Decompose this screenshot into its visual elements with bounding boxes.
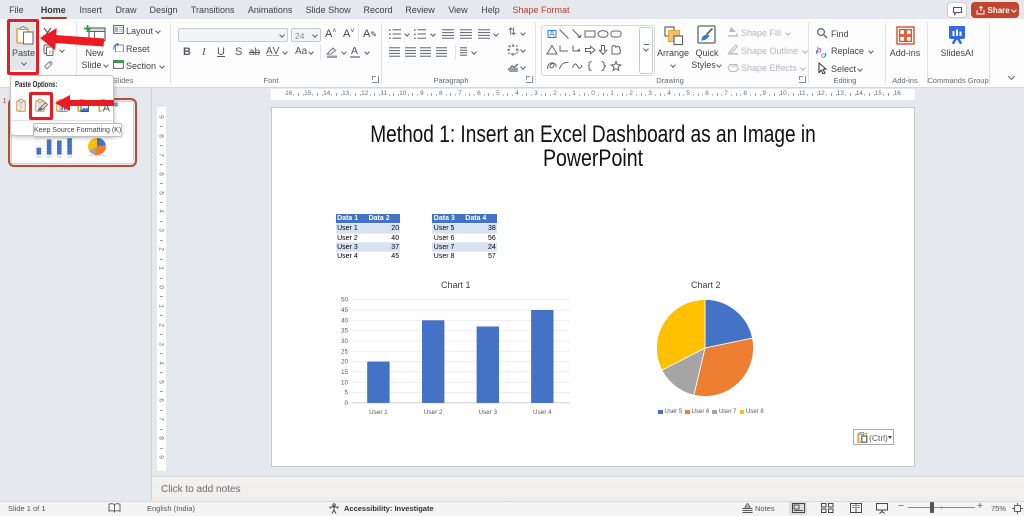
svg-text:User 1: User 1 (369, 409, 388, 416)
svg-text:15: 15 (341, 369, 349, 376)
svg-text:0: 0 (344, 400, 348, 407)
svg-text:A: A (549, 29, 555, 38)
svg-text:User 4: User 4 (533, 409, 552, 416)
svg-text:25: 25 (341, 348, 349, 355)
svg-text:10: 10 (341, 379, 349, 386)
svg-text:30: 30 (341, 338, 349, 345)
svg-text:40: 40 (341, 317, 349, 324)
svg-text:20: 20 (341, 359, 349, 366)
svg-text:User 3: User 3 (479, 409, 498, 416)
svg-text:45: 45 (341, 307, 349, 314)
svg-text:35: 35 (341, 328, 349, 335)
svg-text:User 2: User 2 (424, 409, 443, 416)
svg-text:5: 5 (344, 390, 348, 397)
svg-text:50: 50 (341, 297, 349, 304)
